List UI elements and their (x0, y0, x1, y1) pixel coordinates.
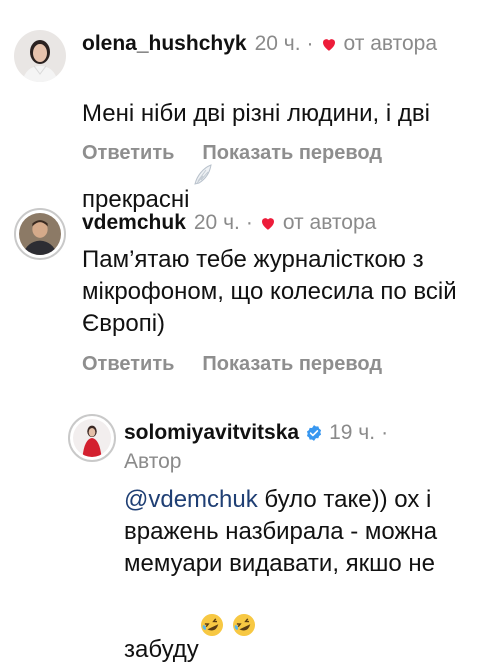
show-translation-button[interactable]: Показать перевод (202, 352, 382, 376)
avatar[interactable] (14, 30, 66, 82)
mention-link[interactable]: @vdemchuk (124, 486, 258, 513)
avatar-photo (73, 419, 111, 457)
liked-by-author-label: от автора (343, 32, 437, 55)
avatar-photo (19, 213, 61, 255)
reply-time: 19 ч. (329, 421, 376, 444)
liked-by-author-label: от автора (282, 211, 377, 234)
comment-time: 20 ч. (254, 32, 301, 55)
reply-text: @vdemchuk було таке)) ох і вражень назби… (124, 484, 479, 666)
heart-icon (320, 35, 338, 53)
separator-dot: · (306, 32, 314, 55)
rofl-emoji-icon (199, 580, 225, 636)
comment-username[interactable]: vdemchuk (82, 210, 186, 236)
rofl-emoji-icon (231, 580, 257, 636)
show-translation-button[interactable]: Показать перевод (202, 141, 382, 165)
comment-username[interactable]: olena_hushchyk (82, 31, 247, 57)
verified-badge-icon (305, 424, 323, 442)
comment-text: Пам’ятаю тебе журналісткою з мікрофоном,… (82, 246, 457, 337)
separator-dot: · (381, 421, 389, 444)
comment-time: 20 ч. (193, 211, 240, 234)
reply-username[interactable]: solomiyavitvitska (124, 420, 299, 446)
avatar[interactable] (14, 208, 66, 260)
separator-dot: · (245, 211, 253, 234)
author-label: Автор (124, 450, 182, 473)
avatar-photo (14, 30, 66, 82)
avatar[interactable] (68, 414, 116, 462)
reply-button[interactable]: Ответить (82, 352, 174, 376)
heart-icon (259, 214, 277, 232)
reply-button[interactable]: Ответить (82, 141, 174, 165)
